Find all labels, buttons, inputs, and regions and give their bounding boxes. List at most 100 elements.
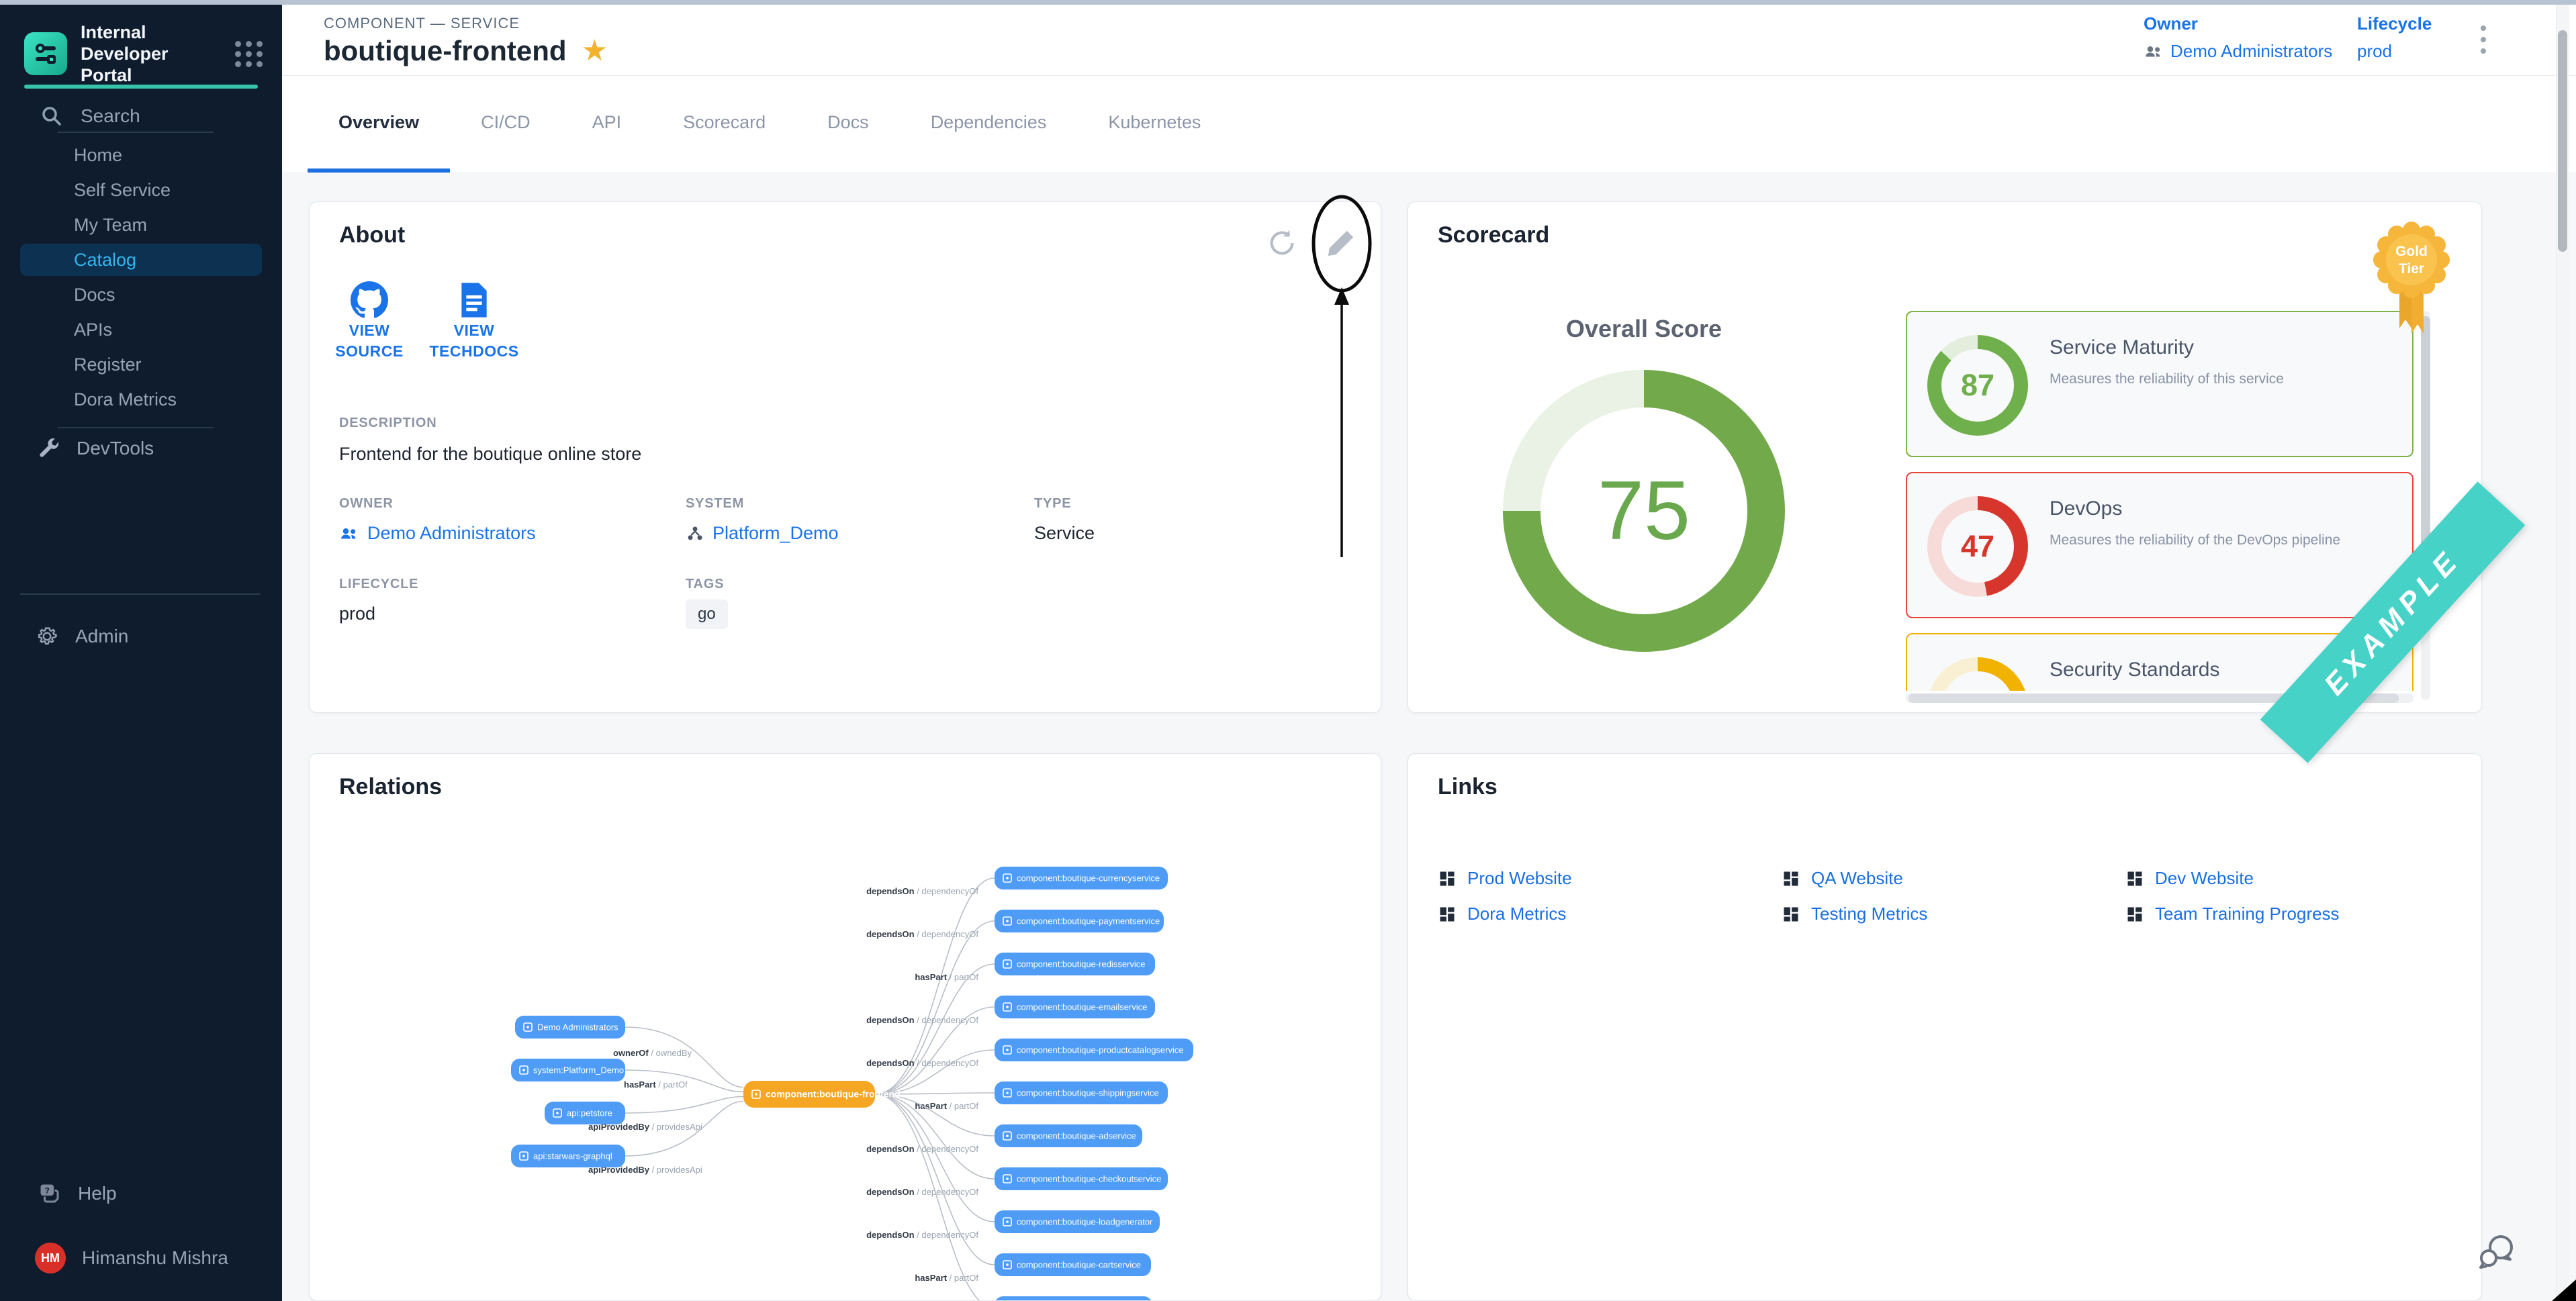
page-scrollbar-thumb[interactable] bbox=[2558, 30, 2567, 252]
favorite-star-icon[interactable]: ★ bbox=[582, 38, 608, 64]
overall-score-ring: 75 bbox=[1503, 370, 1785, 652]
view-source-button[interactable]: VIEW SOURCE bbox=[319, 281, 420, 360]
more-menu-icon[interactable] bbox=[2470, 26, 2497, 59]
chat-bubbles-icon[interactable] bbox=[2475, 1230, 2518, 1273]
score-list-vertical-scrollbar[interactable] bbox=[2421, 311, 2430, 700]
score-item-description: Measures the reliability of this service bbox=[2050, 371, 2284, 387]
edge-label: hasPart / partOf bbox=[624, 1079, 688, 1090]
tab-scorecard[interactable]: Scorecard bbox=[652, 76, 796, 173]
edit-pencil-button[interactable] bbox=[1326, 228, 1356, 258]
graph-node[interactable]: component:boutique-shippingservice bbox=[995, 1081, 1168, 1104]
system-icon bbox=[686, 524, 704, 543]
link-team-training-progress[interactable]: Team Training Progress bbox=[2125, 904, 2445, 924]
sidebar-search[interactable]: Search bbox=[40, 101, 140, 132]
graph-node-label: component:boutique-shippingservice bbox=[1017, 1088, 1159, 1098]
graph-node[interactable]: component:boutique-redisservice bbox=[995, 953, 1155, 975]
graph-node[interactable]: component:boutique-currencyservice bbox=[995, 867, 1168, 889]
refresh-button[interactable] bbox=[1267, 228, 1297, 258]
view-techdocs-line2: TECHDOCS bbox=[429, 342, 518, 360]
edge-label: hasPart / partOf bbox=[915, 1273, 978, 1283]
lifecycle-field-label: LIFECYCLE bbox=[339, 577, 418, 592]
avatar: HM bbox=[35, 1243, 66, 1273]
graph-node-label: component:boutique-checkoutservice bbox=[1017, 1174, 1161, 1184]
graph-node[interactable]: component:boutique-paymentservice bbox=[995, 910, 1164, 932]
owner-link[interactable]: Demo Administrators bbox=[2144, 41, 2332, 62]
graph-node[interactable]: component:boutique-cartservice bbox=[995, 1253, 1151, 1276]
sidebar-user[interactable]: HM Himanshu Mishra bbox=[35, 1241, 228, 1275]
view-techdocs-button[interactable]: VIEW TECHDOCS bbox=[424, 281, 524, 360]
type-field-value: Service bbox=[1034, 523, 1095, 544]
link-prod-website[interactable]: Prod Website bbox=[1438, 868, 1782, 889]
type-field-label: TYPE bbox=[1034, 496, 1071, 512]
overall-score-value: 75 bbox=[1598, 463, 1690, 559]
tag-chip[interactable]: go bbox=[686, 599, 728, 629]
sidebar-item-register[interactable]: Register bbox=[0, 347, 282, 382]
tab-dependencies[interactable]: Dependencies bbox=[900, 76, 1078, 173]
graph-node[interactable]: component:boutique-productcatalogservice bbox=[995, 1039, 1193, 1061]
dashboard-icon bbox=[2125, 905, 2144, 924]
gear-icon bbox=[35, 624, 59, 648]
sidebar-item-help[interactable]: ? Help bbox=[38, 1176, 117, 1211]
score-ring: 87 bbox=[1927, 335, 2028, 436]
relations-title: Relations bbox=[339, 774, 442, 800]
app-switcher-icon[interactable] bbox=[235, 41, 263, 67]
tab-api[interactable]: API bbox=[561, 76, 653, 173]
tab-overview[interactable]: Overview bbox=[308, 76, 450, 173]
links-card: Links Prod WebsiteQA WebsiteDev WebsiteD… bbox=[1408, 753, 2482, 1301]
graph-node-partial[interactable] bbox=[995, 1296, 1152, 1301]
link-qa-website[interactable]: QA Website bbox=[1782, 868, 2125, 889]
graph-node[interactable]: component:boutique-emailservice bbox=[995, 996, 1155, 1018]
link-label: Prod Website bbox=[1467, 868, 1572, 889]
sidebar-item-admin[interactable]: Admin bbox=[35, 619, 128, 654]
admin-label: Admin bbox=[75, 626, 128, 647]
edge-label: dependsOn / dependencyOf bbox=[866, 1230, 978, 1240]
edge-label: dependsOn / dependencyOf bbox=[866, 886, 978, 896]
sidebar-item-home[interactable]: Home bbox=[0, 138, 282, 173]
link-dev-website[interactable]: Dev Website bbox=[2125, 868, 2445, 889]
edge-label: hasPart / partOf bbox=[915, 1101, 978, 1111]
graph-node-label: component:boutique-productcatalogservice bbox=[1017, 1045, 1184, 1055]
graph-node[interactable]: component:boutique-checkoutservice bbox=[995, 1167, 1168, 1190]
sidebar-item-apis[interactable]: APIs bbox=[0, 312, 282, 347]
sidebar-item-catalog[interactable]: Catalog bbox=[20, 244, 262, 276]
sidebar-item-my-team[interactable]: My Team bbox=[0, 207, 282, 242]
link-testing-metrics[interactable]: Testing Metrics bbox=[1782, 904, 2125, 924]
dashboard-icon bbox=[1438, 869, 1457, 888]
graph-node[interactable]: component:boutique-adservice bbox=[995, 1124, 1142, 1147]
graph-node[interactable]: api:starwars-graphql bbox=[511, 1145, 625, 1167]
entity-header: COMPONENT — SERVICE boutique-frontend ★ … bbox=[282, 0, 2576, 76]
tab-docs[interactable]: Docs bbox=[796, 76, 900, 173]
link-dora-metrics[interactable]: Dora Metrics bbox=[1438, 904, 1782, 924]
svg-text:?: ? bbox=[45, 1186, 50, 1195]
tab-ci-cd[interactable]: CI/CD bbox=[450, 76, 561, 173]
owner-field-link[interactable]: Demo Administrators bbox=[339, 523, 536, 544]
group-icon bbox=[2144, 42, 2164, 62]
logo-row: Internal Developer Portal bbox=[24, 21, 263, 86]
dashboard-icon bbox=[1782, 905, 1800, 924]
graph-node[interactable]: Demo Administrators bbox=[515, 1016, 625, 1039]
edge-label: ownerOf / ownedBy bbox=[613, 1048, 692, 1058]
graph-node[interactable]: component:boutique-loadgenerator bbox=[995, 1210, 1160, 1233]
sidebar-item-self-service[interactable]: Self Service bbox=[0, 173, 282, 207]
system-field-link[interactable]: Platform_Demo bbox=[686, 523, 839, 544]
corner-artifact bbox=[2552, 1280, 2576, 1301]
sidebar-item-dora-metrics[interactable]: Dora Metrics bbox=[0, 382, 282, 417]
sidebar-divider bbox=[20, 593, 261, 595]
score-item-devops[interactable]: 47DevOpsMeasures the reliability of the … bbox=[1906, 472, 2413, 618]
sidebar-item-docs[interactable]: Docs bbox=[0, 277, 282, 312]
graph-node[interactable]: api:petstore bbox=[545, 1102, 625, 1124]
graph-node[interactable]: component:boutique-frontend bbox=[743, 1081, 901, 1108]
edge-label: hasPart / partOf bbox=[915, 972, 978, 982]
link-label: QA Website bbox=[1811, 868, 1903, 889]
link-label: Team Training Progress bbox=[2155, 904, 2340, 924]
lifecycle-field-value: prod bbox=[339, 604, 375, 624]
graph-node[interactable]: system:Platform_Demo bbox=[511, 1059, 625, 1081]
graph-node-label: system:Platform_Demo bbox=[533, 1065, 624, 1075]
tabbar: OverviewCI/CDAPIScorecardDocsDependencie… bbox=[282, 76, 2576, 173]
badge-line1: Gold bbox=[2395, 244, 2428, 259]
graph-node-label: component:boutique-paymentservice bbox=[1017, 916, 1160, 926]
sidebar-item-devtools[interactable]: DevTools bbox=[38, 431, 154, 466]
score-item-title: Service Maturity bbox=[2050, 336, 2194, 359]
tab-kubernetes[interactable]: Kubernetes bbox=[1077, 76, 1232, 173]
score-item-service-maturity[interactable]: 87 Service Maturity Measures the reliabili… bbox=[1906, 311, 2413, 457]
